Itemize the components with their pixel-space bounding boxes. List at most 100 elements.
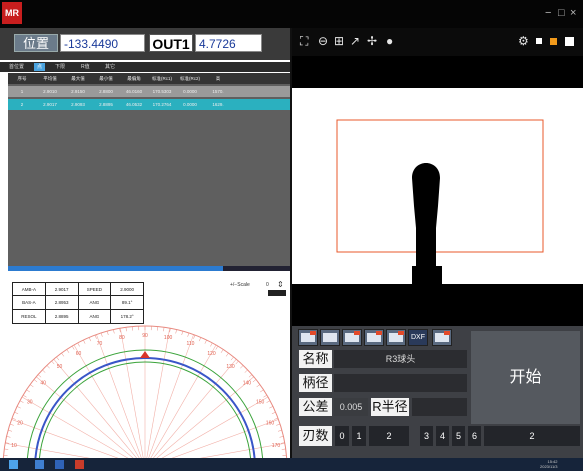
- name-input[interactable]: R3球头: [334, 350, 467, 368]
- column-header[interactable]: 最小值: [92, 73, 120, 84]
- tab-lower[interactable]: 下限: [52, 63, 68, 71]
- fullscreen-icon[interactable]: ⛶: [300, 34, 308, 48]
- polar-minor-tick: [33, 379, 38, 383]
- polar-minor-tick: [83, 339, 86, 344]
- blade-option-6[interactable]: 6: [468, 426, 481, 446]
- tab-home[interactable]: 首位置: [6, 63, 27, 71]
- column-header[interactable]: 最大值: [64, 73, 92, 84]
- close-button[interactable]: ×: [570, 8, 576, 19]
- polar-minor-tick: [71, 345, 75, 350]
- mode-button-5[interactable]: [386, 329, 406, 346]
- scale-stepper-icon[interactable]: ⇕: [277, 280, 284, 289]
- polar-tick-label: 130: [226, 364, 235, 370]
- scrollbar-thumb[interactable]: [8, 266, 223, 271]
- camera-image[interactable]: [292, 88, 583, 344]
- polar-minor-tick: [88, 337, 91, 342]
- taskbar-app-icon[interactable]: [55, 460, 64, 469]
- column-header[interactable]: 标准(Rc1): [148, 73, 176, 84]
- taskbar-app-icon[interactable]: [75, 460, 84, 469]
- white-square-icon[interactable]: [536, 38, 542, 44]
- mode-button-3[interactable]: [342, 329, 362, 346]
- tab-r-value[interactable]: R值: [78, 63, 93, 71]
- polar-minor-tick: [125, 327, 127, 332]
- blade-option-4[interactable]: 4: [436, 426, 449, 446]
- blade-count-value: 2: [484, 426, 580, 446]
- layout-icon[interactable]: [565, 37, 574, 46]
- column-header[interactable]: 平均值: [36, 73, 64, 84]
- shank-input[interactable]: [334, 374, 467, 392]
- settings-icon[interactable]: ⚙: [518, 34, 529, 48]
- polar-minor-tick: [4, 448, 9, 450]
- stats-cell: 2.9017: [46, 283, 79, 296]
- mode-button-4[interactable]: [364, 329, 384, 346]
- mode-button-7[interactable]: [432, 329, 452, 346]
- polar-tick-label: 80: [119, 335, 125, 341]
- minimize-button[interactable]: −: [545, 8, 551, 19]
- capture-icon[interactable]: ⊖: [318, 34, 328, 48]
- control-panel: DXF 名称 R3球头 柄径 公差 0.005 R半径 开始 刃数 0 1 2 …: [292, 326, 583, 458]
- tab-other[interactable]: 其它: [102, 63, 118, 71]
- polar-spoke: [36, 376, 134, 458]
- polar-minor-tick: [163, 327, 165, 332]
- polar-minor-tick: [215, 345, 219, 350]
- table-row-selected[interactable]: 2 2.9017 2.9093 2.8895 46.0532 170.2764 …: [8, 99, 290, 110]
- radius-input[interactable]: [412, 398, 467, 416]
- column-header[interactable]: 最偏角: [120, 73, 148, 84]
- polar-tick-label: 170: [272, 443, 281, 449]
- column-header[interactable]: 序号: [8, 73, 36, 84]
- maximize-button[interactable]: □: [558, 8, 565, 19]
- table-cell: 2.9010: [43, 89, 57, 94]
- scale-value[interactable]: 0: [266, 282, 269, 288]
- polar-tick-label: 20: [17, 421, 23, 427]
- start-button[interactable]: 开始: [471, 331, 580, 424]
- table-cell: 2: [20, 102, 24, 107]
- column-header[interactable]: 标准(Rc2): [176, 73, 204, 84]
- clock[interactable]: 15:42 2023/11/3: [540, 459, 558, 469]
- table-cell: 170.2764: [152, 102, 172, 107]
- polar-spoke: [11, 419, 119, 458]
- polar-minor-tick: [235, 360, 239, 365]
- polar-spoke: [152, 359, 237, 458]
- polar-minor-tick: [77, 342, 80, 347]
- polar-spoke: [150, 344, 217, 458]
- tab-point[interactable]: 点: [34, 63, 46, 71]
- app-logo: MR: [2, 2, 22, 24]
- polar-minor-tick: [230, 356, 234, 361]
- polar-minor-tick: [244, 369, 248, 373]
- results-table[interactable]: 序号 平均值 最大值 最小值 最偏角 标准(Rc1) 标准(Rc2) 高 1 2…: [8, 73, 290, 268]
- orange-square-icon[interactable]: [550, 38, 557, 45]
- polar-minor-tick: [210, 342, 213, 347]
- table-row[interactable]: 1 2.9010 2.9150 2.8800 46.0160 170.5303 …: [8, 86, 290, 97]
- polar-minor-tick: [193, 334, 196, 339]
- table-cell: 1: [20, 89, 24, 94]
- windows-start-icon[interactable]: [9, 460, 18, 469]
- polar-tick-label: 70: [97, 341, 103, 347]
- tolerance-input[interactable]: 0.005: [334, 398, 368, 416]
- table-cell: 0.0000: [183, 102, 197, 107]
- blade-option-2[interactable]: 2: [369, 426, 409, 446]
- blade-option-0[interactable]: 0: [335, 426, 349, 446]
- mode-button-2[interactable]: [320, 329, 340, 346]
- table-horizontal-scrollbar[interactable]: [8, 266, 290, 271]
- stats-cell: AMB-A: [13, 283, 46, 296]
- polar-tick-label: 10: [11, 443, 17, 449]
- blade-option-1[interactable]: 1: [352, 426, 366, 446]
- table-header-row: 序号 平均值 最大值 最小值 最偏角 标准(Rc1) 标准(Rc2) 高: [8, 73, 290, 84]
- table-cell: 1570.: [212, 89, 224, 94]
- arrow-icon[interactable]: ↗: [350, 34, 360, 48]
- crosshair-icon[interactable]: ✢: [367, 34, 377, 48]
- polar-minor-tick: [187, 332, 190, 337]
- grid-icon[interactable]: ⊞: [334, 34, 344, 48]
- polar-spoke: [146, 328, 170, 458]
- polar-minor-tick: [22, 394, 27, 398]
- polar-minor-tick: [260, 389, 264, 393]
- column-header[interactable]: 高: [204, 73, 232, 84]
- blade-option-5[interactable]: 5: [452, 426, 465, 446]
- table-cell: 1629.: [212, 102, 224, 107]
- blade-option-3[interactable]: 3: [420, 426, 433, 446]
- dxf-button[interactable]: DXF: [408, 329, 428, 346]
- mode-button-1[interactable]: [298, 329, 318, 346]
- light-bulb-icon[interactable]: ●: [386, 34, 393, 48]
- taskbar-app-icon[interactable]: [35, 460, 44, 469]
- polar-minor-tick: [252, 379, 257, 383]
